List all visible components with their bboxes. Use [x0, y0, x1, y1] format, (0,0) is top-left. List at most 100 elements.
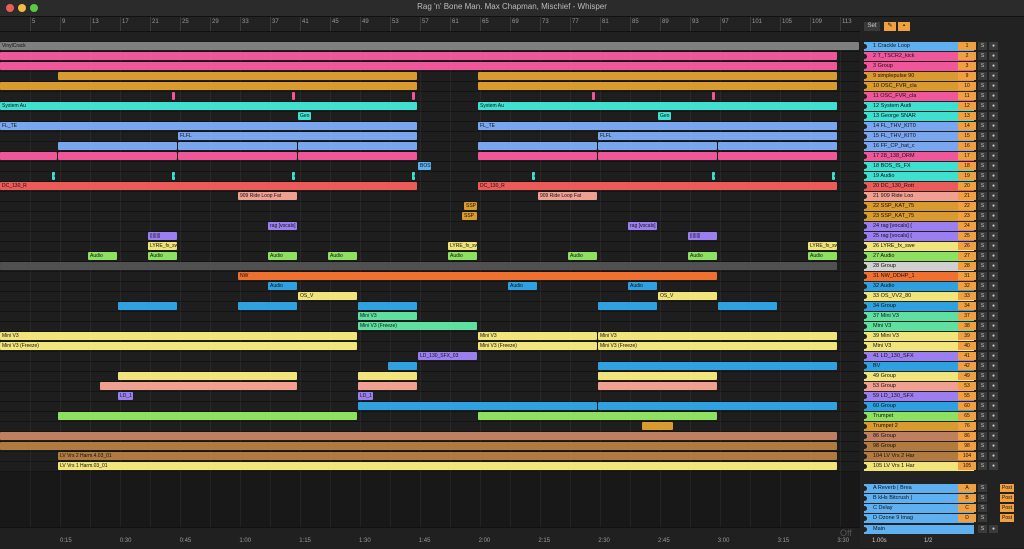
track-activator-icon[interactable] [862, 124, 867, 129]
solo-button[interactable]: S [978, 352, 987, 360]
track-activator-icon[interactable] [862, 104, 867, 109]
arm-icon[interactable]: ● [989, 122, 998, 130]
arm-icon[interactable]: ● [989, 142, 998, 150]
clip[interactable] [298, 152, 417, 160]
track-header[interactable]: 17 28_138_DRM 17 S ● [860, 152, 1024, 161]
clip[interactable] [478, 82, 837, 90]
clip[interactable] [178, 142, 297, 150]
pre-post-toggle[interactable]: Post [1000, 514, 1014, 522]
track-activator-icon[interactable] [862, 134, 867, 139]
track-activator-icon[interactable] [862, 454, 867, 459]
track-header[interactable]: 15 FL_THV_KIT0 15 S ● [860, 132, 1024, 141]
arm-icon[interactable]: ● [989, 412, 998, 420]
track-header[interactable]: 37 Mini V3 37 S ● [860, 312, 1024, 321]
track-activator-icon[interactable] [862, 516, 867, 521]
clip[interactable]: DC_130_R [0, 182, 417, 190]
clip[interactable] [642, 422, 673, 430]
clip[interactable] [292, 92, 295, 100]
clip[interactable]: Audio [568, 252, 597, 260]
arm-icon[interactable]: ● [989, 342, 998, 350]
loop-brace-strip[interactable] [0, 32, 860, 41]
clip[interactable] [0, 152, 57, 160]
arm-icon[interactable]: ● [989, 442, 998, 450]
clip[interactable] [358, 302, 417, 310]
clip[interactable]: LYRE_fx_sw [148, 242, 177, 250]
track-activator-icon[interactable] [862, 284, 867, 289]
solo-button[interactable]: S [978, 142, 987, 150]
solo-button[interactable]: S [978, 52, 987, 60]
arm-icon[interactable]: ● [989, 212, 998, 220]
track-lane[interactable] [0, 112, 860, 122]
clip[interactable]: Mini V3 (Freeze) [478, 342, 597, 350]
track-header[interactable]: 22 SSP_KAT_75 22 S ● [860, 202, 1024, 211]
track-number[interactable]: 11 [958, 92, 976, 100]
solo-button[interactable]: S [978, 452, 987, 460]
track-header[interactable]: 98 Group 98 S ● [860, 442, 1024, 451]
clip[interactable]: LV Vrs 2 Harm.4.03_01 [58, 452, 837, 460]
arm-icon[interactable]: ● [989, 172, 998, 180]
track-number[interactable]: 26 [958, 242, 976, 250]
arm-icon[interactable]: ● [989, 62, 998, 70]
solo-button[interactable]: S [978, 372, 987, 380]
solo-button[interactable]: S [978, 332, 987, 340]
clip[interactable]: A [292, 172, 295, 180]
solo-button[interactable]: S [978, 494, 987, 502]
solo-button[interactable]: S [978, 162, 987, 170]
track-activator-icon[interactable] [862, 244, 867, 249]
track-activator-icon[interactable] [862, 184, 867, 189]
clip[interactable]: Audio [628, 282, 657, 290]
clip[interactable]: BOS [418, 162, 431, 170]
arm-icon[interactable]: ● [989, 322, 998, 330]
arm-icon[interactable]: ● [989, 312, 998, 320]
track-activator-icon[interactable] [862, 114, 867, 119]
clip[interactable] [598, 372, 717, 380]
solo-button[interactable]: S [978, 412, 987, 420]
clip[interactable]: rag [vocals] [628, 222, 657, 230]
arm-icon[interactable]: ● [989, 525, 998, 533]
track-number[interactable]: 1 [958, 42, 976, 50]
clip[interactable] [358, 382, 417, 390]
track-activator-icon[interactable] [862, 304, 867, 309]
track-activator-icon[interactable] [862, 84, 867, 89]
clip[interactable]: Audio [148, 252, 177, 260]
clip[interactable]: Geo [298, 112, 311, 120]
track-header[interactable]: 9 simplepulse 90 9 S ● [860, 72, 1024, 81]
clip[interactable] [0, 432, 837, 440]
track-number[interactable]: 16 [958, 142, 976, 150]
solo-button[interactable]: S [978, 112, 987, 120]
arm-icon[interactable]: ● [989, 292, 998, 300]
clip[interactable]: OS_V [298, 292, 357, 300]
solo-button[interactable]: S [978, 252, 987, 260]
solo-button[interactable]: S [978, 182, 987, 190]
track-activator-icon[interactable] [862, 344, 867, 349]
clip[interactable] [718, 152, 837, 160]
track-header[interactable]: 26 LYRE_fx_swe 26 S ● [860, 242, 1024, 251]
clip[interactable] [58, 412, 357, 420]
arm-icon[interactable]: ● [989, 222, 998, 230]
arm-icon[interactable]: ● [989, 102, 998, 110]
arm-icon[interactable]: ● [989, 372, 998, 380]
solo-button[interactable]: S [978, 92, 987, 100]
solo-button[interactable]: S [978, 292, 987, 300]
track-activator-icon[interactable] [862, 294, 867, 299]
track-activator-icon[interactable] [862, 144, 867, 149]
track-header[interactable]: 1 Crackle Loop 1 S ● [860, 42, 1024, 51]
arm-icon[interactable]: ● [989, 132, 998, 140]
solo-button[interactable]: S [978, 432, 987, 440]
clip[interactable] [478, 412, 717, 420]
track-activator-icon[interactable] [862, 254, 867, 259]
clip[interactable] [0, 82, 417, 90]
solo-button[interactable]: S [978, 122, 987, 130]
clip[interactable]: LD_1 [118, 392, 133, 400]
track-activator-icon[interactable] [862, 274, 867, 279]
track-number[interactable]: 21 [958, 192, 976, 200]
track-activator-icon[interactable] [862, 154, 867, 159]
clip[interactable] [100, 382, 297, 390]
clip[interactable] [598, 362, 837, 370]
track-header[interactable]: Mini V3 38 S ● [860, 322, 1024, 331]
pre-post-toggle[interactable]: Post [1000, 504, 1014, 512]
clip[interactable]: DC_130_R [478, 182, 837, 190]
track-header[interactable]: 34 Group 34 S ● [860, 302, 1024, 311]
track-lane[interactable] [0, 192, 860, 202]
arm-icon[interactable]: ● [989, 352, 998, 360]
